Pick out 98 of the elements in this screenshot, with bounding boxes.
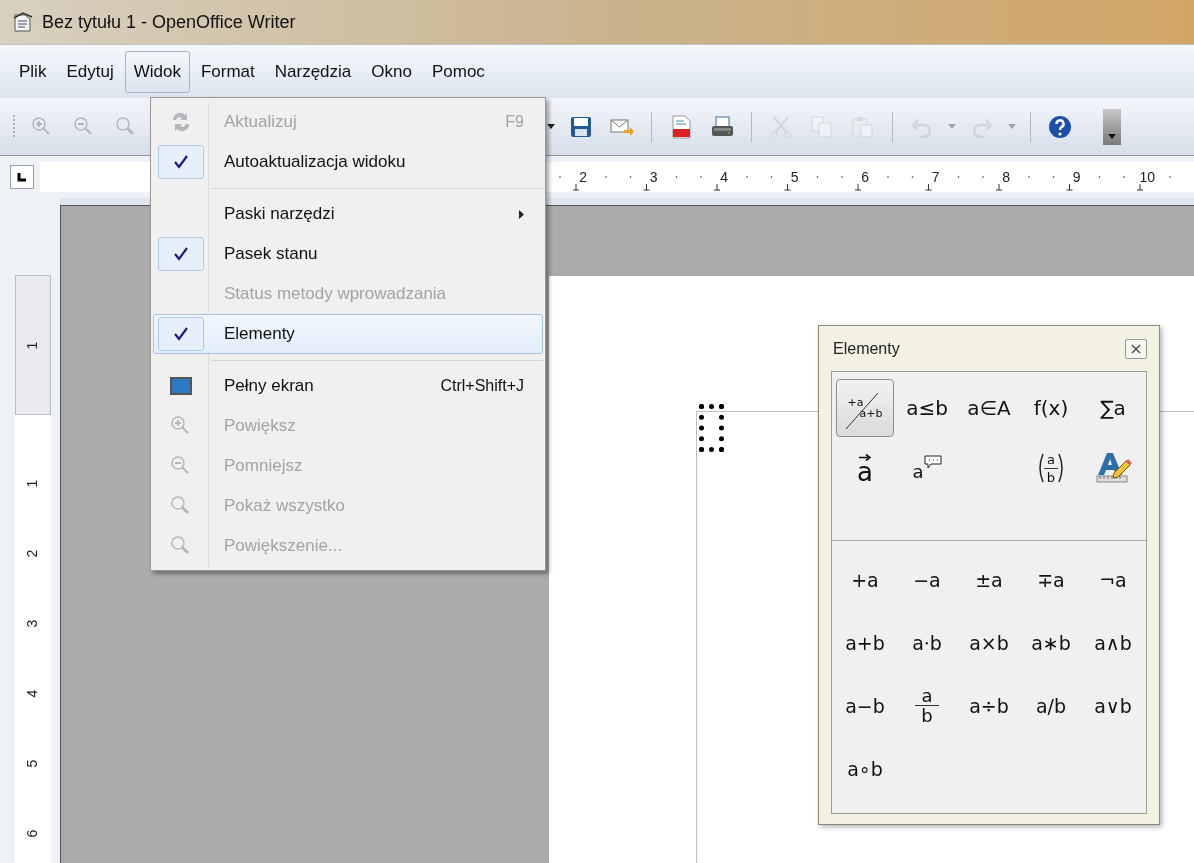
menu-item-label: Powiększenie... (224, 535, 343, 558)
caret-icon (1108, 133, 1116, 139)
menu-item-label: Status metody wprowadzania (224, 283, 447, 306)
ruler-number: 2 (23, 549, 42, 557)
text-cursor-frame (699, 404, 724, 452)
operator-button[interactable]: a÷b (960, 677, 1018, 735)
menu-item[interactable]: Elementy (153, 314, 543, 354)
menu-item-label: Paski narzędzi (224, 203, 335, 226)
operator-button[interactable]: a⋅b (898, 614, 956, 672)
ruler-number: 10 (1138, 168, 1157, 187)
menu-item[interactable]: Plik (10, 50, 56, 93)
ruler-number: 2 (578, 168, 589, 187)
operator-button[interactable]: a∘b (836, 740, 894, 798)
copy-icon (810, 114, 834, 139)
menu-item-label: Powiększ (224, 415, 296, 438)
operator-button[interactable]: ¬a (1084, 551, 1142, 609)
element-category-button[interactable]: +a a+b (836, 379, 894, 437)
close-icon (1131, 343, 1141, 354)
ruler-number: 6 (23, 829, 42, 837)
menu-item-label: Aktualizuj (224, 111, 297, 134)
menu-item[interactable]: Okno (362, 50, 421, 93)
element-category-button[interactable]: a∈A (960, 379, 1018, 437)
operator-button[interactable]: a∧b (1084, 614, 1142, 672)
menu-item-label: Pełny ekran (224, 375, 314, 398)
vector-label: a (857, 460, 873, 483)
element-category-button[interactable]: a (836, 439, 894, 497)
toolbar-grip (12, 113, 16, 140)
speech-bubble-icon (923, 455, 942, 469)
ruler-number: 1 (23, 341, 42, 349)
menu-item[interactable]: Widok (124, 50, 190, 93)
menu-item[interactable]: Narzędzia (265, 50, 361, 93)
fraction-label: a b (915, 687, 939, 725)
ruler-number: 5 (23, 759, 42, 767)
ruler-number: 6 (860, 168, 871, 187)
scissors-icon (769, 114, 793, 139)
printer-icon (710, 114, 734, 139)
ruler-number: 3 (648, 168, 659, 187)
menu-item-label: Elementy (224, 323, 295, 346)
caret-icon (948, 124, 956, 129)
menu-item[interactable]: Format (191, 50, 264, 93)
menu-item[interactable]: Edytuj (57, 50, 123, 93)
screen-icon (169, 374, 193, 398)
element-category-button[interactable]: a≤b (898, 379, 956, 437)
operator-button[interactable]: a−b (836, 677, 894, 735)
menu-item[interactable]: Autoaktualizacja widoku (153, 142, 543, 182)
operator-button[interactable]: a×b (960, 614, 1018, 672)
shortcut-label: Ctrl+Shift+J (440, 376, 524, 396)
fraction-label: +a a+b (847, 397, 883, 419)
menu-item[interactable]: Pomoc (422, 50, 494, 93)
tab-stop-button[interactable] (10, 165, 34, 189)
operator-button[interactable]: a∗b (1022, 614, 1080, 672)
check-icon (173, 326, 189, 342)
pdf-document-icon (669, 114, 693, 139)
vector-arrow-icon (859, 453, 871, 461)
toolbar-overflow-button[interactable] (1103, 108, 1121, 145)
help-icon (1048, 114, 1072, 139)
operator-button[interactable]: a/b (1022, 677, 1080, 735)
menu-item[interactable]: Pełny ekran Ctrl+Shift+J (153, 366, 543, 406)
menu-item-label: Pasek stanu (224, 243, 318, 266)
binomial-label: a b (1043, 452, 1059, 484)
operator-button[interactable]: a+b (836, 614, 894, 672)
ruler-number: 9 (1071, 168, 1082, 187)
element-category-button[interactable]: a b (1022, 439, 1080, 497)
ruler-number: 7 (930, 168, 941, 187)
window-title: Bez tytułu 1 - OpenOffice Writer (42, 10, 296, 34)
menu-item[interactable]: Pasek stanu (153, 234, 543, 274)
ruler-number: 4 (719, 168, 730, 187)
operator-button[interactable]: +a (836, 551, 894, 609)
tab-stop-icon (17, 172, 27, 182)
ruler-number: 3 (23, 619, 42, 627)
attribute-label: a (912, 463, 924, 481)
submenu-arrow-icon (519, 209, 524, 219)
element-category-button[interactable]: f(x) (1022, 379, 1080, 437)
menu-item-label: Autoaktualizacja widoku (224, 151, 406, 174)
caret-icon (547, 124, 555, 129)
element-category-button[interactable]: a (898, 439, 956, 497)
writer-document-icon (12, 11, 34, 33)
ruler-number: 5 (789, 168, 800, 187)
check-icon (173, 154, 189, 170)
menu-item-label: Pomniejsz (224, 455, 303, 478)
caret-icon (1008, 124, 1016, 129)
check-icon (173, 246, 189, 262)
format-pencil-icon (1094, 451, 1132, 485)
ruler-number: 8 (1001, 168, 1012, 187)
operator-button[interactable]: a b (898, 677, 956, 735)
ruler-number: 1 (23, 479, 42, 487)
menu-item[interactable]: Paski narzędzi (153, 194, 543, 234)
ruler-number: 4 (23, 689, 42, 697)
close-button[interactable] (1125, 338, 1147, 359)
operator-button[interactable]: −a (898, 551, 956, 609)
panel-title: Elementy (833, 338, 900, 359)
operator-button[interactable]: ∓a (1022, 551, 1080, 609)
element-category-button[interactable]: ∑a (1084, 379, 1142, 437)
shortcut-label: F9 (505, 112, 524, 132)
menu-item-label: Pokaż wszystko (224, 495, 345, 518)
operator-button[interactable]: ±a (960, 551, 1018, 609)
clipboard-icon (851, 114, 875, 139)
operator-button[interactable]: a∨b (1084, 677, 1142, 735)
